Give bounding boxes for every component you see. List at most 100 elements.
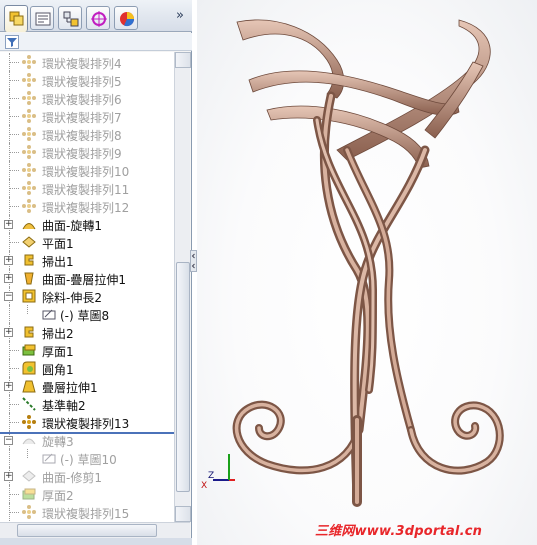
vertical-scroll-thumb[interactable] (176, 262, 190, 492)
tab-property-manager[interactable] (30, 6, 54, 30)
tree-item[interactable]: 環狀複製排列6 (0, 89, 174, 107)
circular-pattern-icon (21, 126, 37, 142)
tree-item[interactable]: 環狀複製排列13 (0, 413, 174, 431)
sketch-icon (41, 450, 57, 466)
tab-feature-manager[interactable] (4, 5, 28, 32)
tree-item-label: 旋轉3 (42, 435, 74, 449)
tree-item[interactable]: − 除料-伸長2 (0, 287, 174, 305)
tree-guide-line (10, 368, 19, 369)
property-manager-icon (35, 12, 51, 26)
tree-item-label: (-) 草圖10 (60, 453, 117, 467)
expand-toggle[interactable]: + (4, 328, 13, 337)
circular-pattern-icon (21, 90, 37, 106)
surface-loft-icon (21, 270, 37, 286)
vertical-scrollbar[interactable] (174, 52, 191, 522)
tree-guide-line (27, 305, 28, 314)
tree-item-label: 環狀複製排列9 (42, 147, 122, 161)
reference-triad: X Z (201, 454, 235, 490)
tree-item[interactable]: 環狀複製排列9 (0, 143, 174, 161)
tree-guide-line (9, 449, 10, 467)
scroll-feet (232, 400, 504, 507)
tree-item-label: 掃出2 (42, 327, 74, 341)
scroll-up-button[interactable] (175, 52, 191, 68)
tree-item-label: 平面1 (42, 237, 74, 251)
graphics-area[interactable]: X Z 三维网www.3dportal.cn (197, 0, 537, 545)
tree-item-label: 厚面2 (42, 489, 74, 503)
tree-guide-line (10, 242, 19, 243)
surface-revolve-icon (21, 216, 37, 232)
tree-guide-line (10, 116, 19, 117)
tab-configuration-manager[interactable] (58, 6, 82, 30)
cut-extrude-icon (21, 288, 37, 304)
loft-icon (21, 378, 37, 394)
more-tabs-button[interactable]: » (172, 9, 188, 25)
tree-item[interactable]: 圓角1 (0, 359, 174, 377)
tree-guide-line (10, 188, 19, 189)
tree-item[interactable]: 環狀複製排列4 (0, 53, 174, 71)
tree-item[interactable]: 環狀複製排列12 (0, 197, 174, 215)
tree-guide-line (10, 134, 19, 135)
tree-item[interactable]: + 曲面-修剪1 (0, 467, 174, 485)
circular-pattern-icon (21, 414, 37, 430)
tree-item-label: 掃出1 (42, 255, 74, 269)
horizontal-scroll-thumb[interactable] (17, 524, 157, 537)
tree-item[interactable]: + 曲面-疊層拉伸1 (0, 269, 174, 287)
sweep-icon (21, 324, 37, 340)
expand-toggle[interactable]: + (4, 256, 13, 265)
tree-item[interactable]: 環狀複製排列15 (0, 503, 174, 521)
watermark-text: 三维网www.3dportal.cn (315, 524, 483, 539)
tree-item[interactable]: + 曲面-旋轉1 (0, 215, 174, 233)
tree-item[interactable]: + 疊層拉伸1 (0, 377, 174, 395)
tree-item-label: (-) 草圖8 (60, 309, 110, 323)
circular-pattern-icon (21, 180, 37, 196)
tree-guide-line (10, 98, 19, 99)
tab-display-manager[interactable] (114, 6, 138, 30)
tree-item[interactable]: 環狀複製排列5 (0, 71, 174, 89)
collapse-toggle[interactable]: − (4, 436, 13, 445)
tree-item-label: 環狀複製排列4 (42, 57, 122, 71)
tree-item[interactable]: + 掃出1 (0, 251, 174, 269)
filter-bar (0, 33, 192, 51)
tree-item[interactable]: 平面1 (0, 233, 174, 251)
circular-pattern-icon (21, 108, 37, 124)
tree-item-label: 疊層拉伸1 (42, 381, 98, 395)
collapse-toggle[interactable]: − (4, 292, 13, 301)
tree-item-label: 環狀複製排列10 (42, 165, 130, 179)
display-manager-icon (120, 12, 135, 27)
tree-item[interactable]: 環狀複製排列7 (0, 107, 174, 125)
manager-tabbar: » (0, 0, 192, 32)
tree-item[interactable]: 環狀複製排列10 (0, 161, 174, 179)
tab-dimxpert-manager[interactable] (86, 6, 110, 30)
expand-toggle[interactable]: + (4, 220, 13, 229)
expand-toggle[interactable]: + (4, 472, 13, 481)
tree-guide-line (10, 512, 19, 513)
tree-item[interactable]: 基準軸2 (0, 395, 174, 413)
bottom-tab-strip (0, 538, 192, 545)
scroll-down-button[interactable] (175, 506, 191, 522)
tree-guide-line (9, 305, 10, 323)
tree-item[interactable]: (-) 草圖8 (0, 305, 174, 323)
tree-item[interactable]: + 掃出2 (0, 323, 174, 341)
rollback-bar[interactable] (0, 432, 174, 434)
axis-icon (21, 396, 37, 412)
feature-tree: 環狀複製排列4 環狀複製排列5 環狀複製排列6 環狀複製排列7 環狀複製排列8 環狀複製排… (0, 52, 174, 522)
tree-item[interactable]: (-) 草圖10 (0, 449, 174, 467)
tree-item[interactable]: 環狀複製排列11 (0, 179, 174, 197)
chevron-icon (191, 253, 195, 269)
tree-item[interactable]: 厚面2 (0, 485, 174, 503)
horizontal-scrollbar[interactable] (0, 522, 190, 538)
tree-item[interactable]: 環狀複製排列8 (0, 125, 174, 143)
surface-trim-icon (21, 468, 37, 484)
plane-icon (21, 234, 37, 250)
expand-toggle[interactable]: + (4, 274, 13, 283)
tree-item-label: 環狀複製排列7 (42, 111, 122, 125)
expand-toggle[interactable]: + (4, 382, 13, 391)
tree-guide-line (10, 422, 19, 423)
tree-item-label: 曲面-疊層拉伸1 (42, 273, 126, 287)
circular-pattern-icon (21, 144, 37, 160)
panel-splitter-handle[interactable] (190, 250, 197, 272)
tree-guide-line (10, 494, 19, 495)
filter-icon[interactable] (5, 35, 19, 49)
ribbon-bands (236, 19, 491, 169)
tree-item[interactable]: 厚面1 (0, 341, 174, 359)
